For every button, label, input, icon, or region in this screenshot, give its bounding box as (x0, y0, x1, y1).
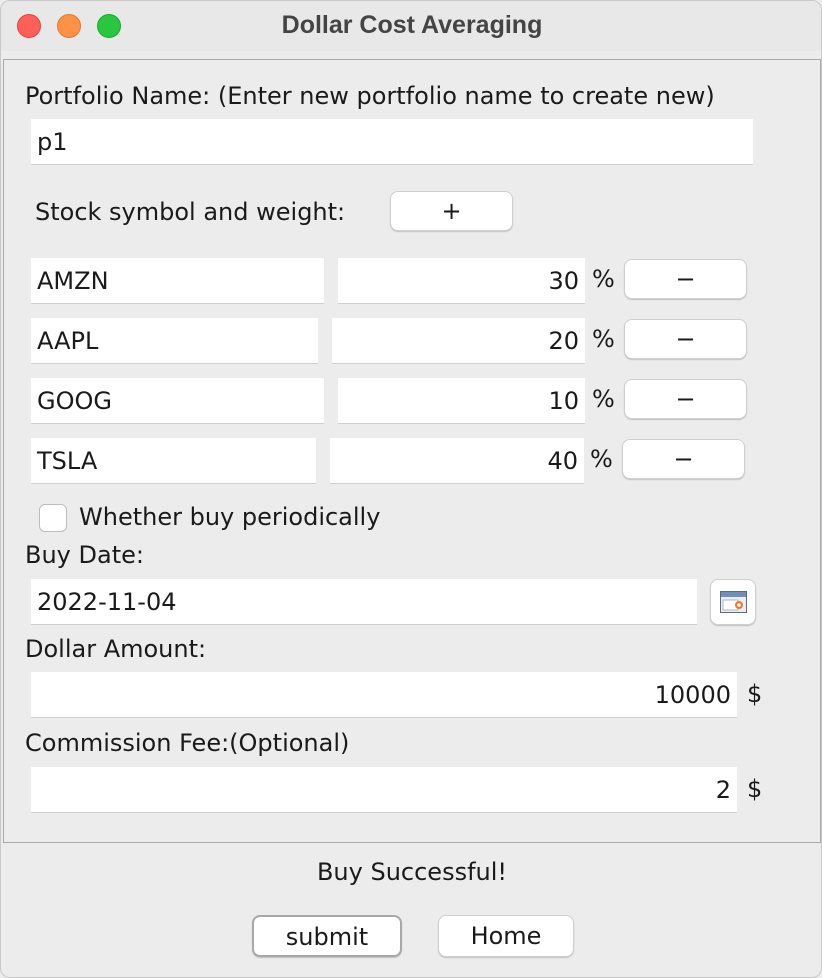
remove-stock-button[interactable]: − (624, 319, 747, 359)
window-title: Dollar Cost Averaging (281, 11, 543, 39)
app-window: Dollar Cost Averaging Portfolio Name: (E… (0, 0, 822, 978)
percent-sign: % (592, 265, 615, 293)
stock-weight-input[interactable]: 40 (330, 438, 584, 484)
percent-sign: % (590, 445, 613, 473)
stock-weight-input[interactable]: 20 (332, 318, 585, 364)
dollar-amount-input[interactable]: 10000 (31, 672, 737, 718)
home-button[interactable]: Home (438, 915, 574, 957)
commission-fee-input[interactable]: 2 (31, 767, 737, 813)
stock-symbol-weight-label: Stock symbol and weight: (35, 198, 346, 226)
submit-button[interactable]: submit (252, 915, 402, 957)
stock-symbol-input[interactable]: TSLA (31, 438, 316, 484)
portfolio-name-label: Portfolio Name: (Enter new portfolio nam… (25, 82, 715, 110)
portfolio-name-input[interactable]: p1 (31, 119, 753, 165)
buy-date-label: Buy Date: (25, 541, 144, 569)
remove-stock-button[interactable]: − (624, 259, 747, 299)
stock-weight-input[interactable]: 30 (338, 258, 585, 304)
dollar-amount-label: Dollar Amount: (25, 635, 207, 663)
currency-sign: $ (747, 775, 763, 803)
date-picker-button[interactable] (710, 579, 756, 625)
buy-periodically-checkbox[interactable] (39, 504, 67, 532)
commission-fee-label: Commission Fee:(Optional) (25, 729, 350, 757)
stock-weight-input[interactable]: 10 (338, 378, 585, 424)
stock-symbol-input[interactable]: AAPL (31, 318, 318, 364)
percent-sign: % (592, 385, 615, 413)
buy-date-input[interactable]: 2022-11-04 (31, 579, 697, 625)
currency-sign: $ (747, 680, 763, 708)
remove-stock-button[interactable]: − (622, 439, 745, 479)
status-message: Buy Successful! (316, 858, 508, 886)
buy-periodically-label: Whether buy periodically (79, 503, 381, 531)
title-bar: Dollar Cost Averaging (1, 1, 821, 51)
remove-stock-button[interactable]: − (624, 379, 747, 419)
stock-symbol-input[interactable]: AMZN (31, 258, 324, 304)
add-stock-button[interactable]: + (390, 191, 513, 231)
stock-symbol-input[interactable]: GOOG (31, 378, 324, 424)
percent-sign: % (592, 325, 615, 353)
